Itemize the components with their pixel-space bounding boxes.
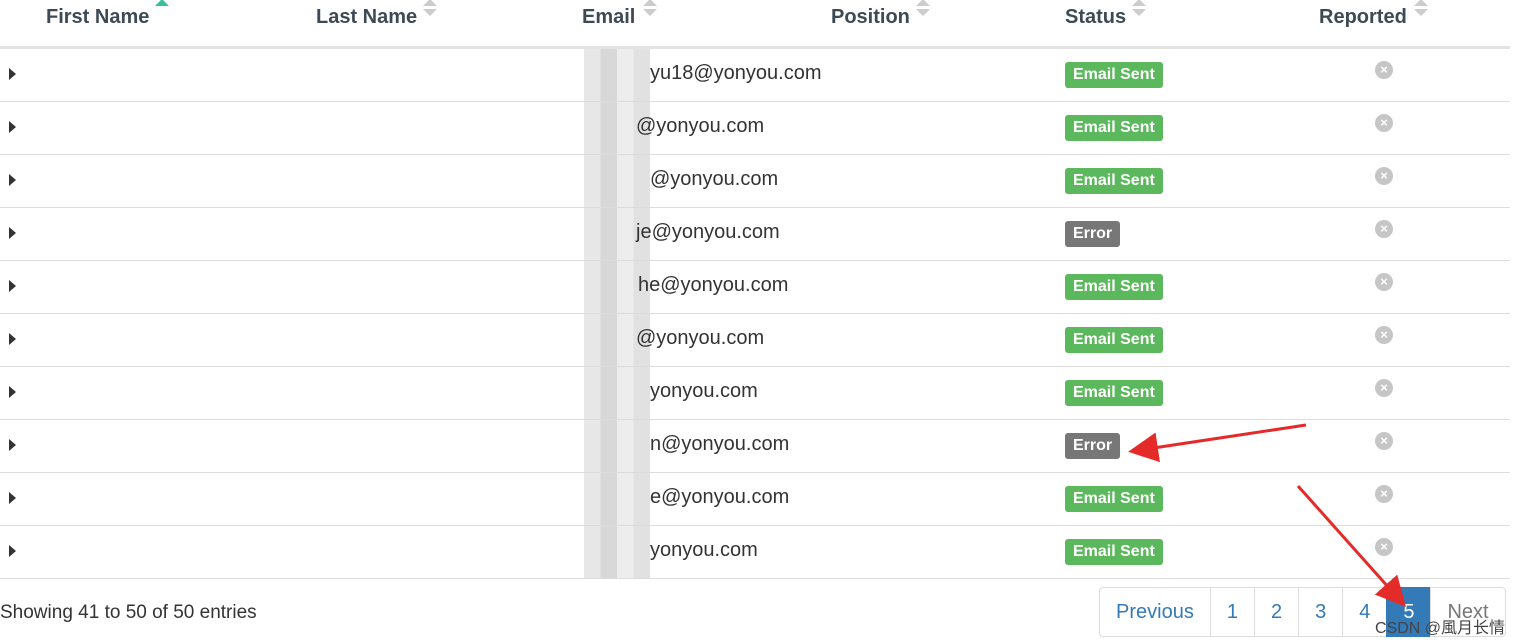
annotation-arrows <box>1128 423 1406 607</box>
watermark: CSDN @風月长情 <box>1375 620 1506 637</box>
annotation-arrow-error <box>1128 423 1307 463</box>
annotation-arrow-page <box>1296 485 1406 607</box>
